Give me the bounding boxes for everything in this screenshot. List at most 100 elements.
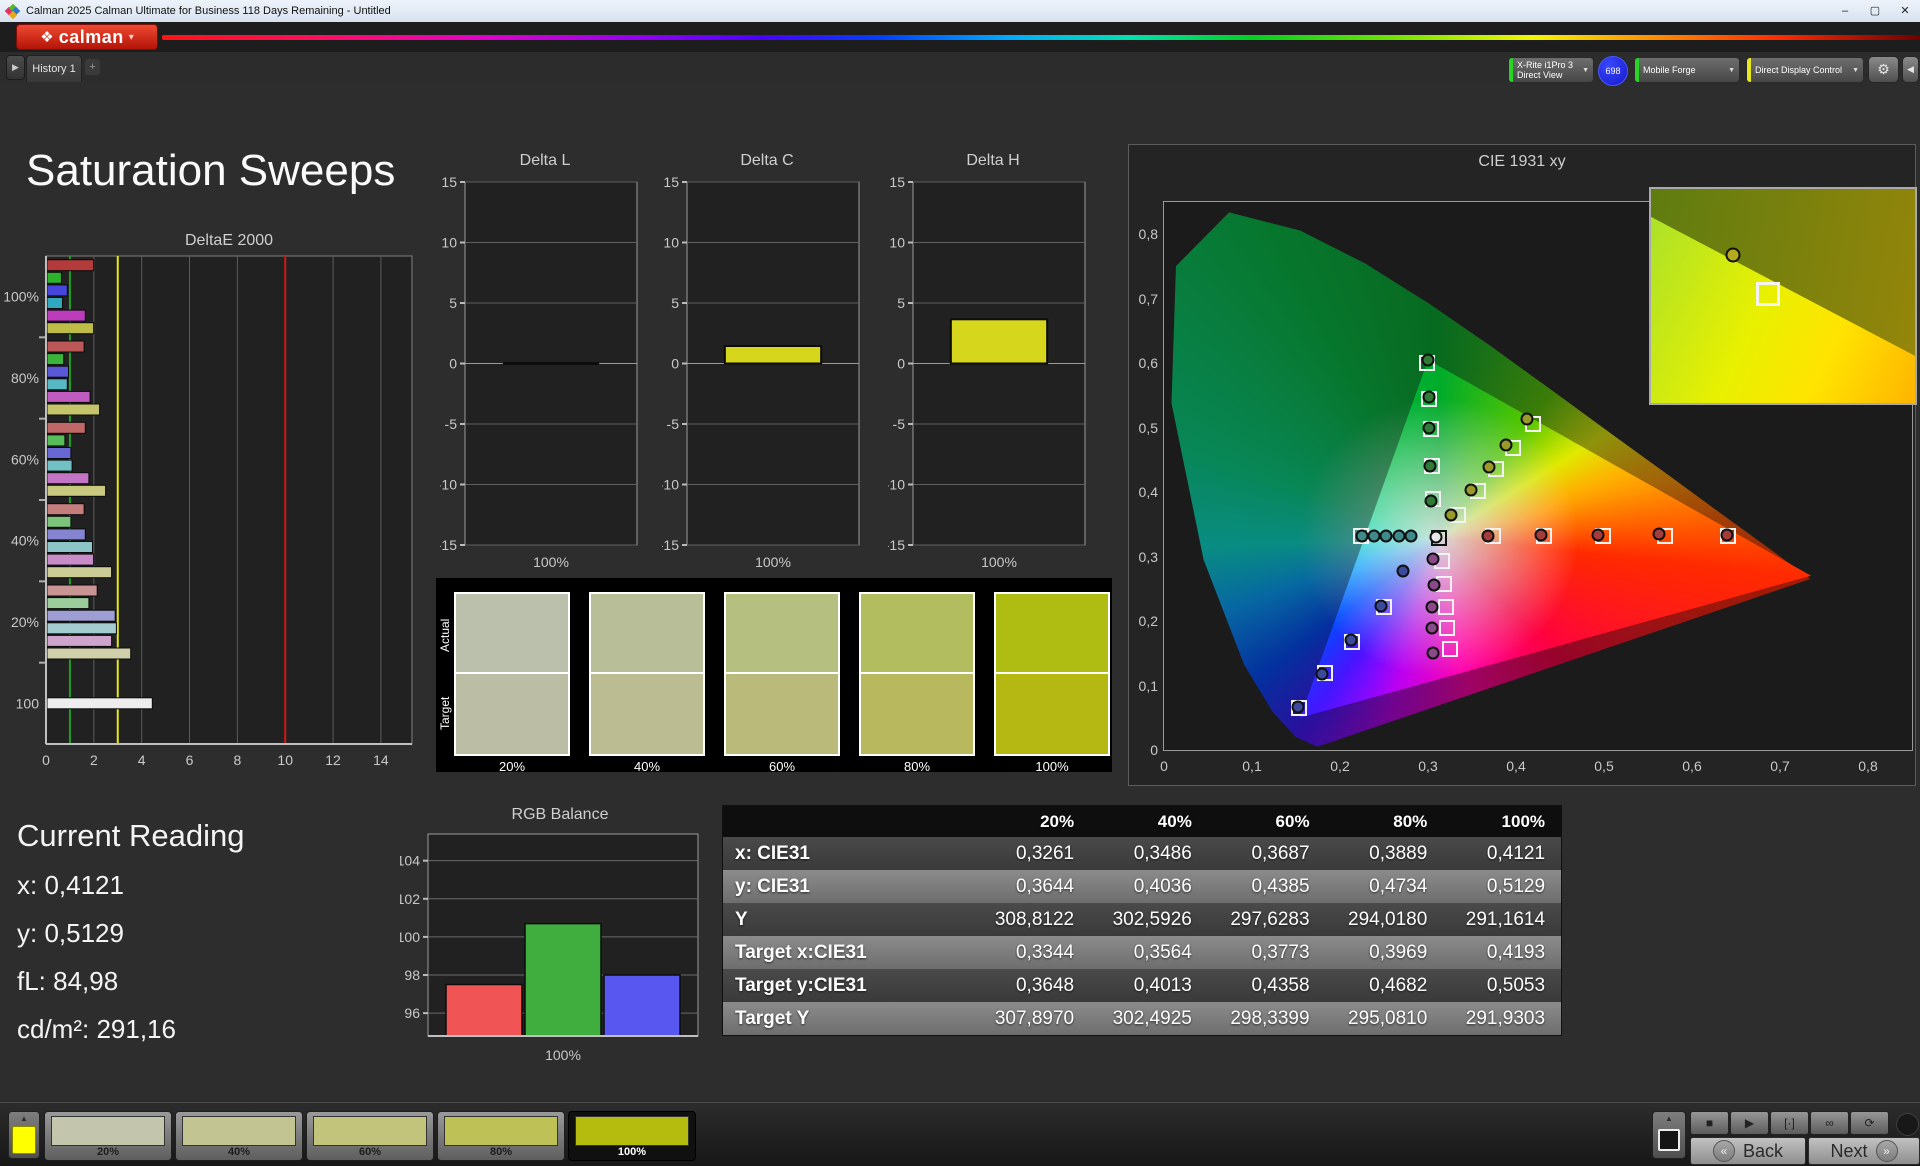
rgb-balance-chart-title: RGB Balance bbox=[511, 806, 609, 823]
start-measure-button[interactable]: ▶ bbox=[1730, 1111, 1769, 1135]
collapse-panel-button[interactable]: ◀ bbox=[1902, 56, 1919, 83]
chevron-down-icon: ▾ bbox=[128, 31, 134, 43]
cie-measured-marker-green-measured bbox=[1424, 494, 1438, 507]
refresh-measure-button[interactable]: ⟳ bbox=[1850, 1111, 1889, 1135]
meter-badge[interactable]: 698 bbox=[1598, 56, 1628, 86]
meter-dropdown[interactable]: X-Rite i1Pro 3 Direct View ▼ bbox=[1508, 57, 1594, 83]
cie-measured-marker-green-measured bbox=[1422, 390, 1436, 404]
pattern-patch-20%[interactable]: 20% bbox=[44, 1111, 172, 1161]
pattern-source-dropdown[interactable]: Mobile Forge ▼ bbox=[1634, 57, 1740, 83]
svg-text:5: 5 bbox=[671, 295, 679, 311]
svg-text:60%: 60% bbox=[11, 451, 39, 467]
workflow-navigation: « Back Next » bbox=[1690, 1137, 1920, 1165]
svg-text:100: 100 bbox=[16, 695, 40, 711]
pattern-patch-100%[interactable]: 100% bbox=[568, 1111, 696, 1161]
pattern-source-label: Mobile Forge bbox=[1643, 64, 1696, 75]
table-header-row: 20% 40% 60% 80% 100% bbox=[723, 806, 1561, 837]
swatch-label: 20% bbox=[498, 759, 526, 774]
table-row: Y 308,8122 302,5926 297,6283 294,0180 291,161… bbox=[723, 903, 1561, 936]
svg-text:0: 0 bbox=[42, 752, 50, 768]
svg-text:10: 10 bbox=[889, 235, 905, 251]
table-cell: 0,3969 bbox=[1369, 941, 1428, 963]
display-control-dropdown[interactable]: Direct Display Control ▼ bbox=[1746, 57, 1864, 83]
svg-text:98: 98 bbox=[404, 967, 420, 983]
table-cell: 295,0810 bbox=[1348, 1007, 1428, 1029]
table-cell: 0,4193 bbox=[1486, 941, 1546, 963]
svg-text:-10: -10 bbox=[440, 477, 457, 493]
svg-text:8: 8 bbox=[233, 752, 241, 768]
measurement-controls: ■ ▶ [·] ∞ ⟳ bbox=[1690, 1111, 1889, 1135]
cie-x-tick-label: 0,2 bbox=[1330, 758, 1350, 774]
patch-label: 60% bbox=[358, 1146, 382, 1158]
patch-label: 40% bbox=[227, 1146, 251, 1158]
tab-history-1[interactable]: History 1 bbox=[26, 55, 82, 82]
add-tab-button[interactable]: + bbox=[85, 59, 100, 75]
table-cell: 0,3486 bbox=[1133, 842, 1192, 864]
svg-text:10: 10 bbox=[441, 235, 457, 251]
window-title: Calman 2025 Calman Ultimate for Business… bbox=[26, 5, 391, 17]
table-cell: 0,3889 bbox=[1369, 842, 1428, 864]
cie-measured-marker-red-measured bbox=[1534, 528, 1548, 542]
pattern-window-icon bbox=[1658, 1129, 1680, 1151]
cie-x-tick-label: 0,7 bbox=[1770, 758, 1790, 774]
svg-text:-10: -10 bbox=[662, 477, 679, 493]
calman-menu-button[interactable]: ❖ calman ▾ bbox=[16, 24, 158, 50]
table-header-cell: 20% bbox=[1040, 811, 1075, 831]
pattern-display-toggle-button[interactable]: ▲ bbox=[1652, 1111, 1686, 1159]
cie-measured-marker-yellow-measured bbox=[1520, 412, 1534, 426]
svg-text:100%: 100% bbox=[981, 554, 1017, 570]
saturation-swatch-60%: 60% bbox=[724, 592, 840, 774]
table-cell: 0,5129 bbox=[1486, 875, 1546, 897]
table-cell: 307,8970 bbox=[994, 1007, 1075, 1029]
patch-color bbox=[444, 1116, 558, 1146]
app-window: Calman 2025 Calman Ultimate for Business… bbox=[0, 0, 1920, 1166]
cie-measured-marker-white-measured bbox=[1429, 530, 1443, 544]
tab-bar: ▶ History 1 + X-Rite i1Pro 3 Direct View… bbox=[0, 52, 1920, 86]
minimize-button[interactable]: – bbox=[1830, 0, 1860, 22]
cie-y-tick-label: 0,5 bbox=[1138, 419, 1158, 436]
single-measure-button[interactable]: [·] bbox=[1770, 1111, 1809, 1135]
table-cell: 0,4385 bbox=[1251, 875, 1310, 897]
next-label: Next bbox=[1830, 1140, 1868, 1161]
pattern-color-icon bbox=[12, 1126, 36, 1154]
current-reading-cdm2: cd/m²: 291,16 bbox=[17, 1014, 176, 1044]
pattern-patch-80%[interactable]: 80% bbox=[437, 1111, 565, 1161]
close-button[interactable]: ✕ bbox=[1890, 0, 1920, 22]
patch-color bbox=[51, 1116, 165, 1146]
chevron-down-icon: ▼ bbox=[1582, 66, 1589, 74]
cie-measured-marker-yellow-measured bbox=[1444, 508, 1458, 522]
stop-measure-button[interactable]: ■ bbox=[1690, 1111, 1729, 1135]
settings-gear-button[interactable]: ⚙ bbox=[1868, 56, 1899, 83]
continuous-measure-button[interactable]: ∞ bbox=[1810, 1111, 1849, 1135]
display-control-label: Direct Display Control bbox=[1755, 64, 1843, 75]
table-cell: 0,4121 bbox=[1486, 842, 1546, 864]
maximize-button[interactable]: ▢ bbox=[1860, 0, 1890, 22]
pattern-patch-60%[interactable]: 60% bbox=[306, 1111, 434, 1161]
play-icon: ▶ bbox=[1744, 1116, 1755, 1130]
table-cell: 0,3344 bbox=[1015, 941, 1075, 963]
cie-measured-marker-magenta-measured bbox=[1426, 552, 1440, 566]
swatch-label: 80% bbox=[903, 759, 931, 774]
pattern-patch-40%[interactable]: 40% bbox=[175, 1111, 303, 1161]
back-button[interactable]: « Back bbox=[1690, 1137, 1806, 1165]
svg-text:100%: 100% bbox=[755, 554, 791, 570]
cie-measured-marker-green-measured bbox=[1423, 459, 1437, 473]
saturation-swatch-100%: 100% bbox=[994, 592, 1110, 774]
pattern-patch-row: 20% 40% 60% 80% 100% bbox=[44, 1111, 696, 1161]
svg-text:6: 6 bbox=[186, 752, 194, 768]
patch-color bbox=[313, 1116, 427, 1146]
current-reading-x: x: 0,4121 bbox=[17, 870, 124, 900]
svg-text:-15: -15 bbox=[440, 537, 457, 553]
pattern-window-button[interactable]: ▲ bbox=[8, 1111, 40, 1159]
table-row: Target Y 307,8970 302,4925 298,3399 295,0810… bbox=[723, 1002, 1561, 1035]
table-cell: 0,5053 bbox=[1486, 974, 1546, 996]
table-header-cell: 60% bbox=[1275, 811, 1310, 831]
swatch-label: 100% bbox=[1035, 759, 1069, 774]
cie-target-marker-magenta-target bbox=[1437, 598, 1454, 615]
cie-measured-marker-magenta-measured bbox=[1426, 646, 1440, 660]
svg-text:5: 5 bbox=[897, 295, 905, 311]
tab-scroll-button[interactable]: ▶ bbox=[6, 55, 25, 80]
chevron-up-icon: ▲ bbox=[1665, 1114, 1673, 1123]
next-button[interactable]: Next » bbox=[1808, 1137, 1920, 1165]
cie-measured-marker-cyan-measured bbox=[1367, 529, 1381, 543]
